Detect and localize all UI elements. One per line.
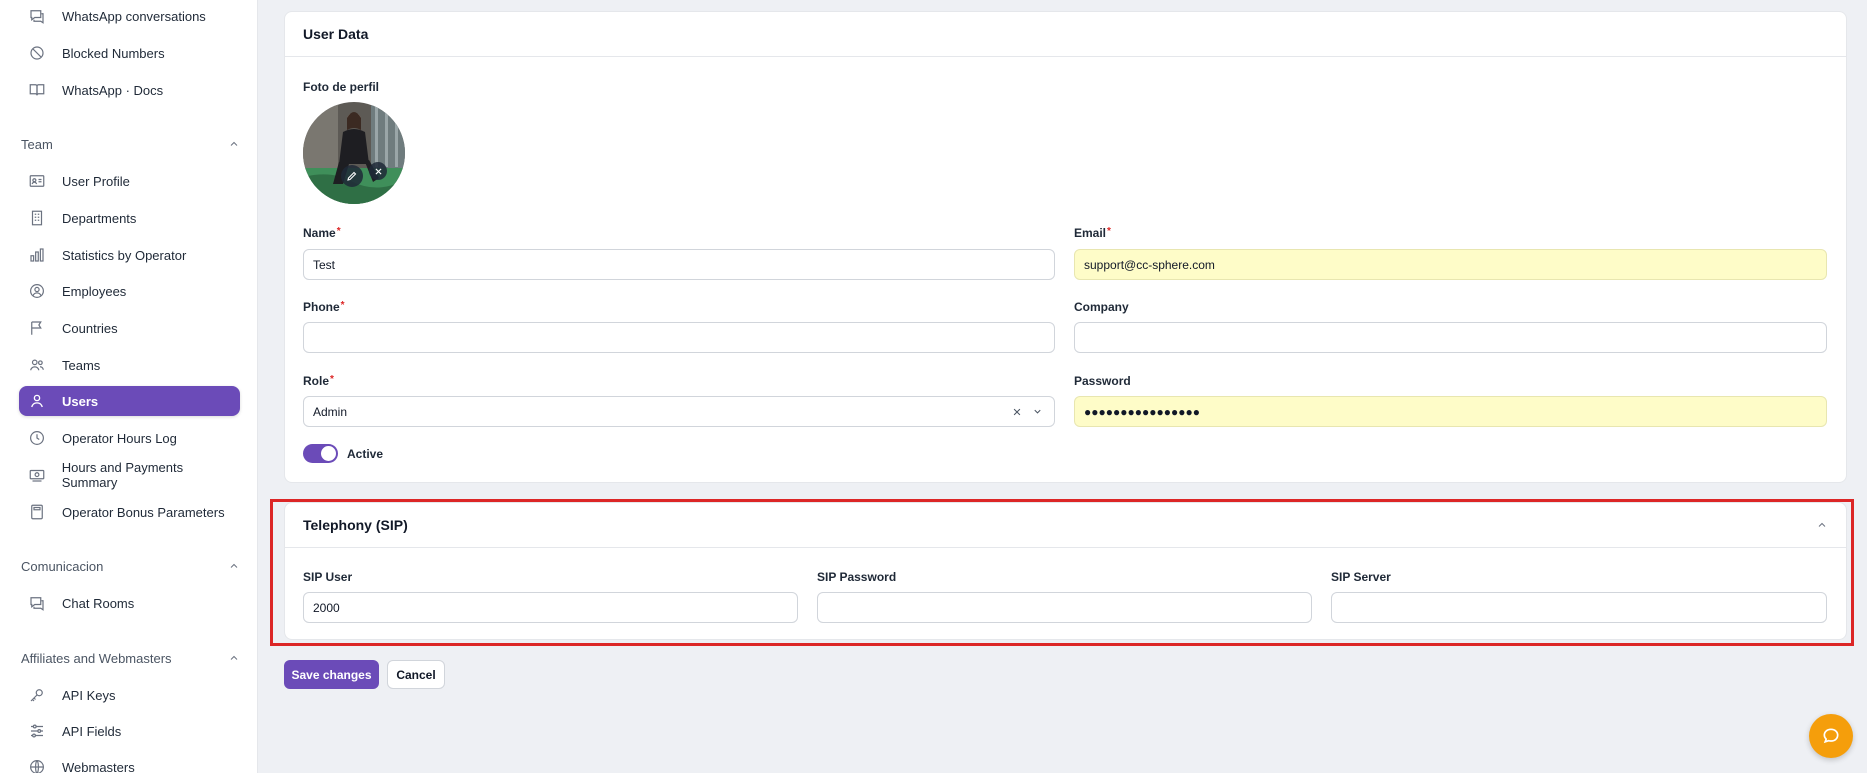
password-label: Password <box>1074 374 1131 388</box>
chat-bubble-icon <box>27 593 47 613</box>
sidebar-item-label: Hours and Payments Summary <box>61 460 184 490</box>
sidebar-item-users[interactable]: Users <box>19 386 240 416</box>
chat-bubble-icon <box>27 6 47 26</box>
sidebar-section-label: Affiliates and Webmasters <box>21 650 172 666</box>
sidebar-item-label: Operator Hours Log <box>62 430 177 446</box>
sidebar-item-label: Operator Bonus Parameters <box>62 504 225 520</box>
sidebar-item-label: Employees <box>62 283 127 299</box>
chevron-down-icon[interactable] <box>1029 404 1045 420</box>
sidebar-item-label: WhatsApp · Docs <box>62 82 164 98</box>
clock-icon <box>27 428 47 448</box>
id-card-icon <box>27 171 47 191</box>
sidebar-section-label: Comunicacion <box>21 558 104 574</box>
sidebar-item-operator-hours-log[interactable]: Operator Hours Log <box>19 423 240 453</box>
password-field[interactable] <box>1074 396 1827 427</box>
pencil-icon <box>347 171 357 181</box>
email-field[interactable] <box>1074 249 1827 280</box>
flag-icon <box>27 318 47 338</box>
phone-field[interactable] <box>303 322 1055 353</box>
sidebar-item-webmasters[interactable]: Webmasters <box>19 752 240 773</box>
save-button[interactable]: Save changes <box>284 660 379 689</box>
sidebar-item-operator-bonus-parameters[interactable]: Operator Bonus Parameters <box>19 497 240 527</box>
chevron-up-icon <box>227 137 241 151</box>
sidebar-item-statistics-by-operator[interactable]: Statistics by Operator <box>19 240 240 270</box>
toggle-knob <box>321 446 336 461</box>
money-icon <box>27 465 47 485</box>
chevron-up-icon <box>227 559 241 573</box>
clear-icon[interactable] <box>1009 404 1025 420</box>
close-icon <box>374 167 382 175</box>
sidebar-item-api-keys[interactable]: API Keys <box>19 680 240 710</box>
sidebar: WhatsApp conversations Blocked Numbers W… <box>0 0 258 773</box>
highlight-box <box>270 499 1854 646</box>
chevron-up-icon <box>227 651 241 665</box>
sidebar-section-team[interactable]: Team <box>21 134 241 154</box>
edit-photo-button[interactable] <box>341 165 363 187</box>
blocked-icon <box>27 43 47 63</box>
user-icon <box>27 391 47 411</box>
sidebar-item-departments[interactable]: Departments <box>19 203 240 233</box>
building-icon <box>27 208 47 228</box>
sidebar-item-chat-rooms[interactable]: Chat Rooms <box>19 588 240 618</box>
user-circle-icon <box>27 281 47 301</box>
role-value: Admin <box>313 404 348 419</box>
sidebar-item-label: API Fields <box>62 723 122 739</box>
sidebar-item-label: Departments <box>62 210 137 226</box>
sidebar-item-label: API Keys <box>62 687 116 703</box>
sidebar-item-hours-and-payments-summary[interactable]: Hours and Payments Summary <box>19 460 240 490</box>
user-data-title: User Data <box>285 12 1846 57</box>
bar-chart-icon <box>27 245 47 265</box>
cancel-button[interactable]: Cancel <box>387 660 445 689</box>
sidebar-item-label: Blocked Numbers <box>62 45 165 61</box>
sidebar-item-blocked-numbers[interactable]: Blocked Numbers <box>19 38 240 68</box>
sidebar-item-api-fields[interactable]: API Fields <box>19 716 240 746</box>
sidebar-item-whatsapp-conversations[interactable]: WhatsApp conversations <box>19 1 240 31</box>
sidebar-item-label: Webmasters <box>62 759 135 773</box>
active-label: Active <box>347 447 384 461</box>
sliders-icon <box>27 721 47 741</box>
company-label: Company <box>1074 300 1129 314</box>
sidebar-item-label: Teams <box>62 357 101 373</box>
chat-support-button[interactable] <box>1809 714 1853 758</box>
remove-photo-button[interactable] <box>369 162 387 180</box>
sidebar-item-label: Statistics by Operator <box>62 247 187 263</box>
book-icon <box>27 80 47 100</box>
company-field[interactable] <box>1074 322 1827 353</box>
profile-photo <box>303 102 405 204</box>
sidebar-item-countries[interactable]: Countries <box>19 313 240 343</box>
role-select[interactable]: Admin <box>303 396 1055 427</box>
chat-icon <box>1823 728 1839 744</box>
calculator-icon <box>27 502 47 522</box>
sidebar-item-label: User Profile <box>62 173 130 189</box>
name-label: Name* <box>303 226 341 240</box>
email-label: Email* <box>1074 226 1111 240</box>
phone-label: Phone* <box>303 300 345 314</box>
globe-icon <box>27 757 47 773</box>
sidebar-item-label: WhatsApp conversations <box>62 8 206 24</box>
avatar[interactable] <box>303 102 405 204</box>
sidebar-item-teams[interactable]: Teams <box>19 350 240 380</box>
key-icon <box>27 685 47 705</box>
sidebar-item-whatsapp-docs[interactable]: WhatsApp · Docs <box>19 75 240 105</box>
sidebar-item-label: Countries <box>62 320 118 336</box>
sidebar-item-employees[interactable]: Employees <box>19 276 240 306</box>
role-label: Role* <box>303 374 334 388</box>
users-icon <box>27 355 47 375</box>
sidebar-section-label: Team <box>21 136 53 152</box>
photo-label: Foto de perfil <box>303 80 379 94</box>
sidebar-section-comunicacion[interactable]: Comunicacion <box>21 556 241 576</box>
sidebar-item-label: Users <box>62 393 99 409</box>
sidebar-section-affiliates[interactable]: Affiliates and Webmasters <box>21 648 241 668</box>
active-toggle[interactable] <box>303 444 338 463</box>
name-field[interactable] <box>303 249 1055 280</box>
sidebar-item-user-profile[interactable]: User Profile <box>19 166 240 196</box>
sidebar-item-label: Chat Rooms <box>62 595 135 611</box>
